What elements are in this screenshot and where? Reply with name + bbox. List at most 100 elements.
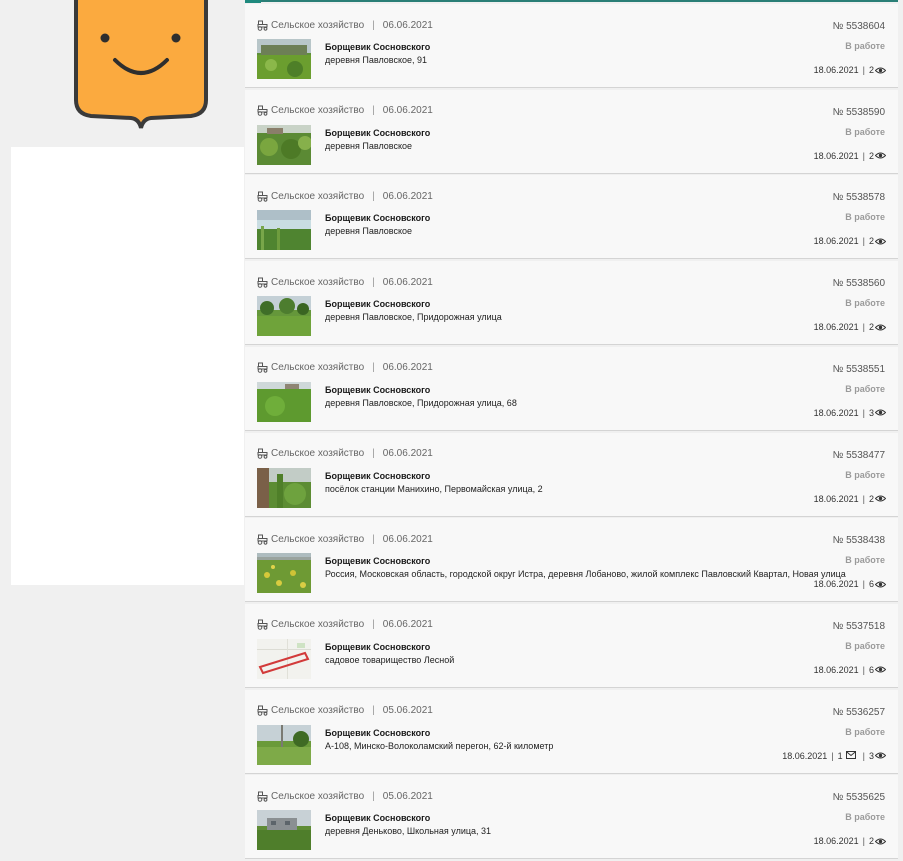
card-date: 05.06.2021: [382, 790, 433, 802]
card-footer: 18.06.2021 | 2: [814, 236, 886, 246]
card-updated-date: 18.06.2021: [813, 150, 859, 161]
tractor-icon: [257, 534, 268, 545]
card-photo[interactable]: [257, 210, 311, 251]
eye-icon: [875, 581, 886, 588]
tractor-icon: [257, 791, 268, 802]
card-photo[interactable]: [257, 724, 311, 765]
card-title[interactable]: Борщевик Сосновского: [325, 642, 430, 652]
meta-separator: |: [372, 448, 375, 459]
card-photo[interactable]: [257, 381, 311, 422]
emblem-smiley-icon[interactable]: [73, 0, 209, 132]
status-badge: В работе: [845, 812, 885, 823]
card-title[interactable]: Борщевик Сосновского: [325, 42, 430, 52]
footer-separator: |: [862, 407, 865, 418]
card-photo[interactable]: [257, 553, 311, 594]
card-photo[interactable]: [257, 810, 311, 851]
complaint-card[interactable]: Сельское хозяйство | 06.06.2021 Борщевик…: [245, 346, 898, 431]
status-badge: В работе: [845, 555, 885, 566]
views-count: 6: [868, 579, 874, 590]
feed-top-border: [261, 0, 898, 2]
card-title[interactable]: Борщевик Сосновского: [325, 299, 430, 309]
meta-separator: |: [372, 105, 375, 117]
card-title[interactable]: Борщевик Сосновского: [325, 471, 430, 481]
card-footer: 18.06.2021 | 2: [814, 494, 886, 504]
complaint-card[interactable]: Сельское хозяйство | 06.06.2021 Борщевик…: [245, 261, 898, 346]
card-meta: Сельское хозяйство | 06.06.2021: [257, 447, 433, 461]
card-address: деревня Павловское: [325, 140, 413, 151]
footer-separator: |: [862, 150, 865, 161]
card-updated-date: 18.06.2021: [813, 322, 859, 333]
complaint-card[interactable]: Сельское хозяйство | 06.06.2021 Борщевик…: [245, 175, 898, 260]
card-number: № 5535625: [832, 792, 885, 804]
card-updated-date: 18.06.2021: [813, 236, 859, 247]
card-photo[interactable]: [257, 638, 311, 679]
meta-separator: |: [372, 190, 375, 202]
views-count: 2: [868, 836, 874, 847]
card-address: деревня Павловское, Придорожная улица, 6…: [325, 397, 517, 408]
feed-accent-line: [245, 0, 261, 3]
footer-separator: |: [862, 664, 865, 675]
card-photo[interactable]: [257, 296, 311, 337]
status-badge: В работе: [845, 298, 885, 309]
card-photo[interactable]: [257, 467, 311, 508]
status-badge: В работе: [845, 469, 885, 480]
card-number: № 5538438: [832, 535, 885, 547]
eye-icon: [875, 409, 886, 416]
eye-icon: [875, 152, 886, 159]
complaint-card[interactable]: Сельское хозяйство | 06.06.2021 Борщевик…: [245, 603, 898, 688]
card-category: Сельское хозяйство: [271, 362, 365, 374]
meta-separator: |: [372, 533, 375, 545]
card-date: 06.06.2021: [382, 448, 433, 459]
card-category: Сельское хозяйство: [271, 190, 365, 202]
card-number: № 5538551: [832, 363, 885, 375]
eye-icon: [875, 238, 886, 245]
complaint-card[interactable]: Сельское хозяйство | 05.06.2021 Борщевик…: [245, 775, 898, 860]
card-title[interactable]: Борщевик Сосновского: [325, 213, 430, 223]
card-title[interactable]: Борщевик Сосновского: [325, 728, 430, 738]
complaint-card[interactable]: Сельское хозяйство | 06.06.2021 Борщевик…: [245, 518, 898, 603]
card-address: деревня Павловское: [325, 226, 413, 237]
complaint-feed: Сельское хозяйство | 06.06.2021 Борщевик…: [245, 0, 898, 861]
card-footer: 18.06.2021 | 2: [814, 836, 886, 846]
card-title[interactable]: Борщевик Сосновского: [325, 385, 430, 395]
status-badge: В работе: [845, 640, 885, 651]
card-date: 06.06.2021: [382, 190, 433, 202]
card-number: № 5538578: [832, 192, 885, 204]
messages-count: 1: [837, 750, 843, 761]
card-meta: Сельское хозяйство | 06.06.2021: [257, 618, 433, 632]
card-updated-date: 18.06.2021: [813, 493, 859, 504]
tractor-icon: [257, 20, 268, 31]
card-title[interactable]: Борщевик Сосновского: [325, 813, 430, 823]
meta-separator: |: [372, 362, 375, 374]
card-address: деревня Деньково, Школьная улица, 31: [325, 826, 492, 837]
footer-separator: |: [862, 750, 865, 761]
card-meta: Сельское хозяйство | 06.06.2021: [257, 18, 433, 32]
complaint-card[interactable]: Сельское хозяйство | 06.06.2021 Борщевик…: [245, 4, 898, 88]
card-footer: 18.06.2021 | 1 | 3: [782, 750, 886, 761]
eye-icon: [875, 67, 886, 73]
views-count: 2: [868, 65, 874, 75]
card-meta: Сельское хозяйство | 06.06.2021: [257, 532, 433, 546]
card-address: садовое товарищество Лесной: [325, 654, 455, 665]
card-title[interactable]: Борщевик Сосновского: [325, 556, 430, 566]
tractor-icon: [257, 277, 268, 288]
tractor-icon: [257, 619, 268, 631]
complaint-card[interactable]: Сельское хозяйство | 06.06.2021 Борщевик…: [245, 432, 898, 517]
card-title[interactable]: Борщевик Сосновского: [325, 128, 430, 138]
card-category: Сельское хозяйство: [271, 105, 365, 117]
complaint-card[interactable]: Сельское хозяйство | 06.06.2021 Борщевик…: [245, 89, 898, 174]
card-messages: 1 |: [837, 750, 869, 761]
tractor-icon: [257, 105, 268, 116]
eye-icon: [875, 495, 886, 502]
card-category: Сельское хозяйство: [271, 705, 365, 717]
card-meta: Сельское хозяйство | 05.06.2021: [257, 704, 433, 718]
footer-separator: |: [862, 493, 865, 504]
card-address: деревня Павловское, Придорожная улица: [325, 312, 502, 323]
card-updated-date: 18.06.2021: [813, 579, 859, 590]
card-meta: Сельское хозяйство | 06.06.2021: [257, 104, 433, 118]
card-address: деревня Павловское, 91: [325, 55, 428, 65]
card-photo[interactable]: [257, 39, 311, 79]
card-photo[interactable]: [257, 124, 311, 165]
eye-icon: [875, 838, 886, 845]
complaint-card[interactable]: Сельское хозяйство | 05.06.2021 Борщевик…: [245, 689, 898, 774]
